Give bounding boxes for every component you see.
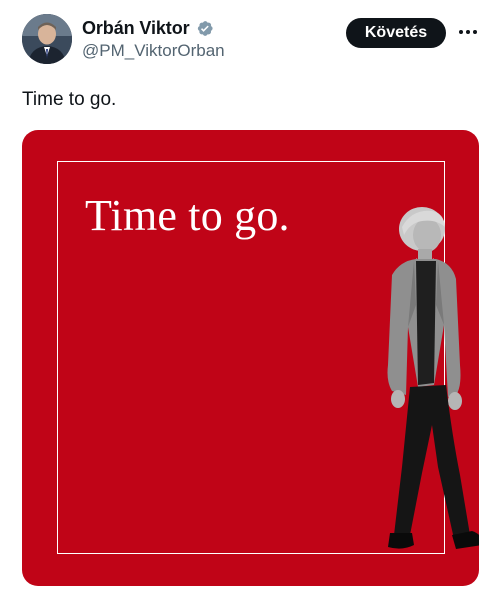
follow-button[interactable]: Követés — [346, 18, 446, 48]
author-info[interactable]: Orbán Viktor @PM_ViktorOrban — [82, 17, 225, 61]
author-display-name[interactable]: Orbán Viktor — [82, 18, 190, 39]
walking-woman-figure — [387, 207, 479, 549]
author-handle[interactable]: @PM_ViktorOrban — [82, 41, 225, 61]
author-name-row: Orbán Viktor — [82, 17, 225, 39]
person-avatar-icon — [22, 14, 72, 64]
tweet-header: Orbán Viktor @PM_ViktorOrban Követés — [0, 0, 500, 80]
tweet-text: Time to go. — [22, 89, 117, 110]
more-dots-icon — [459, 30, 477, 34]
media-headline: Time to go. — [85, 191, 290, 240]
more-options-button[interactable] — [455, 20, 481, 44]
verified-badge-icon — [195, 19, 214, 38]
author-avatar[interactable] — [22, 14, 72, 64]
tweet-media-image[interactable]: Time to go. — [22, 130, 479, 586]
